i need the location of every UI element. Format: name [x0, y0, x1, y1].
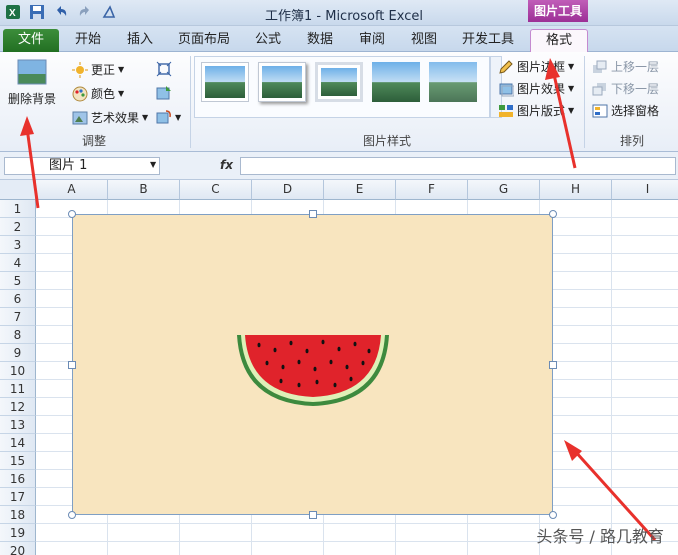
watermark: 头条号 / 路几教育 [536, 527, 664, 546]
annotation-arrows [20, 58, 657, 542]
